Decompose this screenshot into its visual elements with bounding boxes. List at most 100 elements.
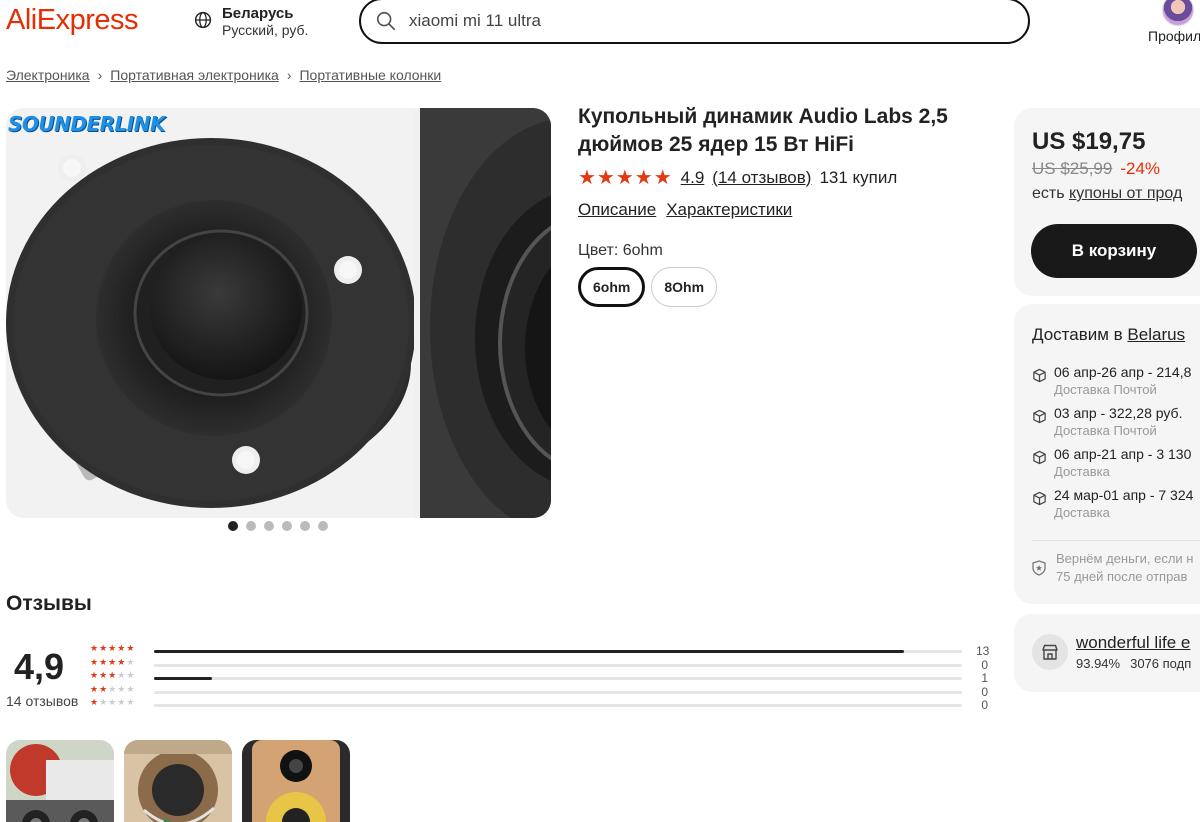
store-name[interactable]: wonderful life e	[1076, 633, 1190, 653]
divider	[1032, 540, 1200, 541]
variant-6ohm[interactable]: 6ohm	[578, 267, 646, 307]
histogram-track	[154, 690, 962, 694]
header: AliExpress Беларусь Русский, руб. Профил…	[0, 0, 1200, 60]
delivery-option[interactable]: 06 апр-21 апр - 3 130 Доставка	[1032, 446, 1193, 487]
guarantee-line2: 75 дней после отправ	[1056, 569, 1188, 584]
delivery-card: Доставим в Belarus 06 апр-26 апр - 214,8…	[1014, 304, 1200, 604]
profile-label: Профиль	[1148, 28, 1200, 44]
histogram-track	[154, 704, 962, 707]
reviews-title: Отзывы	[6, 592, 92, 615]
region-selector[interactable]: Беларусь Русский, руб.	[194, 5, 308, 39]
review-photo[interactable]	[124, 740, 232, 822]
gallery-dot[interactable]	[318, 521, 328, 531]
histogram-row: ★★★★★ 0	[90, 697, 990, 713]
delivery-option[interactable]: 24 мар-01 апр - 7 324 Доставка	[1032, 487, 1193, 528]
breadcrumb: Электроника › Портативная электроника › …	[6, 67, 441, 83]
histogram-row: ★★★★★ 13	[90, 643, 990, 659]
histogram-count: 0	[981, 698, 988, 712]
gallery-dot[interactable]	[246, 521, 256, 531]
shield-icon	[1032, 560, 1046, 576]
guarantee-line1: Вернём деньги, если н	[1056, 551, 1194, 566]
delivery-option-sub: Доставка Почтой	[1054, 423, 1157, 438]
old-price-row: US $25,99 -24%	[1032, 159, 1160, 179]
gallery-dot[interactable]	[300, 521, 310, 531]
search-icon	[376, 11, 396, 31]
coupon-row: есть купоны от прод	[1032, 185, 1182, 203]
specifications-link[interactable]: Характеристики	[666, 200, 792, 220]
search-bar[interactable]	[359, 0, 1030, 44]
gallery-dot[interactable]	[282, 521, 292, 531]
speaker-image	[6, 138, 416, 508]
histogram-row: ★★★★★ 0	[90, 683, 990, 700]
delivery-title-prefix: Доставим в	[1032, 325, 1123, 344]
delivery-option-sub: Доставка	[1054, 464, 1110, 479]
globe-icon	[194, 11, 212, 29]
rating-stars: ★★★★★	[578, 167, 673, 189]
breadcrumb-item-portable-electronics[interactable]: Портативная электроника	[110, 67, 279, 83]
delivery-country-link[interactable]: Belarus	[1127, 325, 1185, 344]
breadcrumb-item-portable-speakers[interactable]: Портативные колонки	[299, 67, 441, 83]
histogram-count: 0	[981, 657, 988, 672]
current-price: US $19,75	[1032, 128, 1146, 155]
coupon-prefix: есть	[1032, 185, 1065, 202]
description-link[interactable]: Описание	[578, 200, 656, 220]
histogram-stars: ★★★★★	[90, 683, 136, 694]
product-side-image[interactable]	[420, 108, 551, 518]
reviews-count: 14 отзывов	[6, 693, 79, 709]
gallery-dot[interactable]	[228, 521, 238, 531]
delivery-option-main: 06 апр-26 апр - 214,8	[1054, 364, 1192, 380]
breadcrumb-item-electronics[interactable]: Электроника	[6, 67, 90, 83]
delivery-option-main: 24 мар-01 апр - 7 324	[1054, 487, 1194, 503]
store-positive-rating: 93.94%	[1076, 656, 1121, 671]
chevron-right-icon: ›	[97, 67, 103, 83]
histogram-track	[154, 663, 962, 667]
histogram-row: ★★★★★ 1	[90, 670, 990, 686]
histogram-stars: ★★★★★	[90, 697, 136, 707]
price-card: US $19,75 US $25,99 -24% есть купоны от …	[1014, 108, 1200, 296]
histogram-count: 13	[976, 644, 990, 658]
store-card[interactable]: wonderful life e 93.94% 3076 подп	[1014, 614, 1200, 692]
product-main-image[interactable]: SOUNDERLINK	[6, 108, 416, 518]
store-icon	[1032, 634, 1068, 670]
histogram-stars: ★★★★★	[90, 670, 136, 680]
variant-selector: 6ohm 8Ohm	[578, 267, 718, 307]
aliexpress-logo[interactable]: AliExpress	[6, 4, 139, 37]
review-photo[interactable]	[6, 740, 114, 822]
gallery-dot[interactable]	[264, 521, 274, 531]
sold-count: 131 купил	[819, 167, 898, 187]
rating-row: ★★★★★ 4.9 (14 отзывов) 131 купил	[578, 165, 897, 190]
delivery-option[interactable]: 06 апр-26 апр - 214,8 Доставка Почтой	[1032, 364, 1193, 405]
product-links: Описание Характеристики	[578, 200, 792, 220]
histogram-bar	[154, 677, 212, 680]
avatar[interactable]	[1162, 0, 1194, 26]
delivery-option-main: 03 апр - 322,28 руб.	[1054, 405, 1183, 421]
delivery-option[interactable]: 03 апр - 322,28 руб. Доставка Почтой	[1032, 405, 1193, 446]
histogram-stars: ★★★★★	[90, 656, 136, 667]
package-icon	[1033, 450, 1046, 465]
histogram-count: 0	[981, 684, 988, 699]
histogram-bar	[154, 650, 905, 653]
histogram-track	[154, 677, 962, 680]
delivery-options: 06 апр-26 апр - 214,8 Доставка Почтой 03…	[1032, 364, 1193, 528]
store-stats: 93.94% 3076 подп	[1076, 656, 1191, 671]
histogram-track	[154, 650, 962, 653]
rating-value[interactable]: 4.9	[681, 168, 705, 188]
discount-badge: -24%	[1120, 159, 1161, 178]
region-lang-currency: Русский, руб.	[222, 22, 309, 38]
reviews-link[interactable]: (14 отзывов)	[712, 168, 811, 188]
product-title: Купольный динамик Audio Labs 2,5 дюймов …	[578, 105, 948, 156]
package-icon	[1033, 368, 1046, 383]
search-input[interactable]	[409, 11, 969, 31]
review-photo[interactable]	[242, 740, 350, 822]
money-back-guarantee[interactable]: Вернём деньги, если н 75 дней после отпр…	[1032, 550, 1193, 586]
coupon-link[interactable]: купоны от прод	[1069, 185, 1182, 202]
reviews-score: 4,9	[14, 646, 65, 687]
variant-8ohm[interactable]: 8Ohm	[651, 267, 718, 307]
add-to-cart-button[interactable]: В корзину	[1031, 224, 1197, 278]
store-subscribers: 3076 подп	[1130, 656, 1192, 671]
review-photos	[6, 740, 350, 822]
rating-histogram: ★★★★★ 13 ★★★★★ 0 ★★★★★ 1 ★★★★★ 0 ★★★★★ 0	[90, 643, 990, 713]
product-gallery[interactable]: SOUNDERLINK	[6, 108, 551, 518]
delivery-option-sub: Доставка	[1054, 505, 1110, 520]
gallery-pagination	[228, 521, 328, 531]
